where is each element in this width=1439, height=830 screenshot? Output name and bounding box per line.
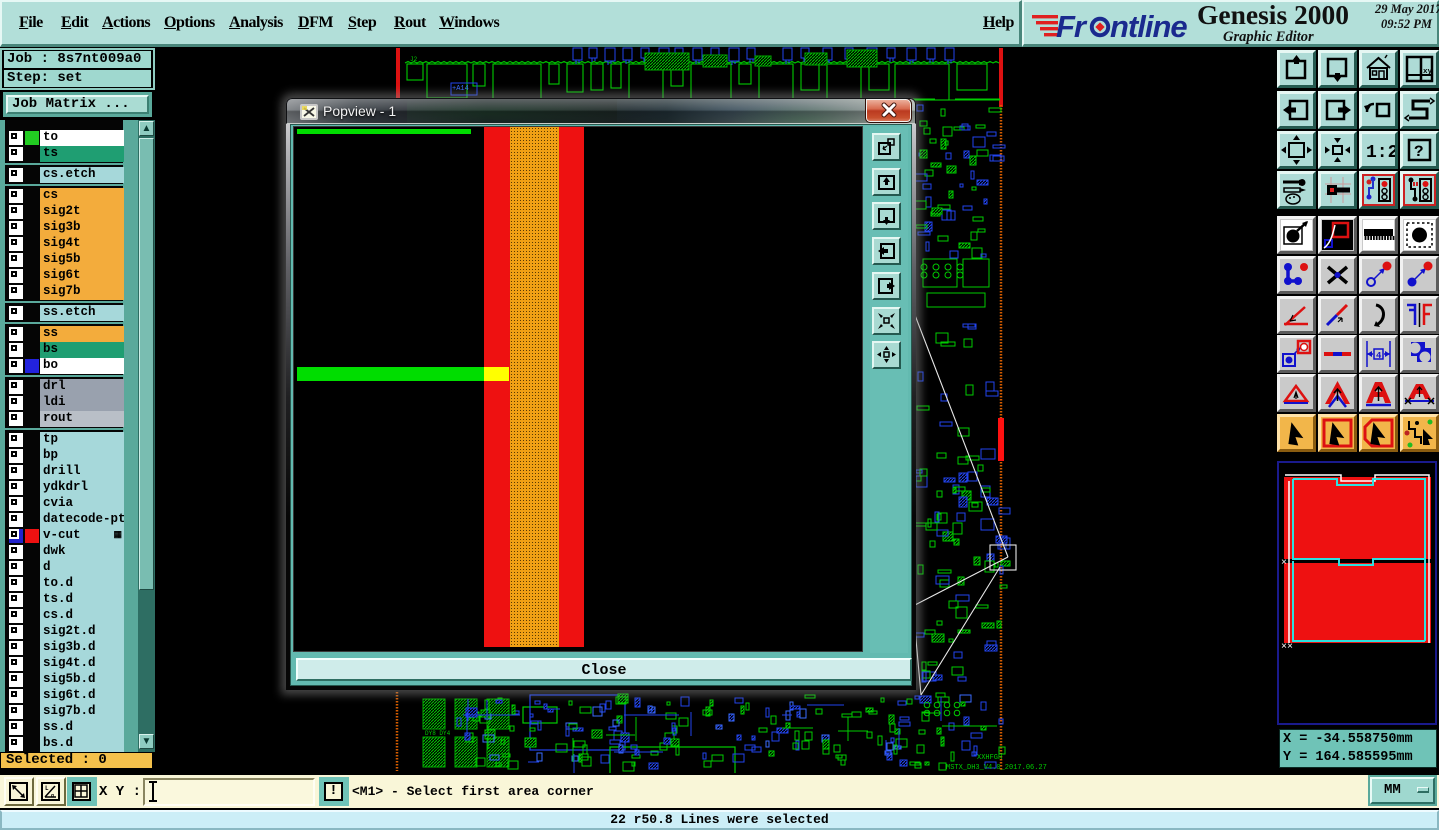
svg-text:MSTX_DH3_V4.0_2017.06.27: MSTX_DH3_V4.0_2017.06.27 bbox=[946, 764, 1047, 772]
svg-text:xy: xy bbox=[1423, 68, 1433, 76]
svg-text:1:2: 1:2 bbox=[1366, 143, 1395, 163]
svg-text:+A14: +A14 bbox=[452, 85, 469, 93]
svg-text:ntline: ntline bbox=[1110, 10, 1187, 44]
svg-text:α: α bbox=[51, 793, 54, 799]
svg-text:XXHFGH: XXHFGH bbox=[977, 754, 1002, 762]
svg-text:××: ×× bbox=[1281, 642, 1293, 653]
svg-text:×: × bbox=[1281, 558, 1287, 569]
svg-text:DY8 DY4: DY8 DY4 bbox=[425, 730, 451, 737]
svg-text:4: 4 bbox=[1376, 351, 1382, 361]
svg-text:?: ? bbox=[1414, 143, 1424, 161]
svg-text:J2: J2 bbox=[410, 56, 418, 63]
svg-text:L: L bbox=[45, 785, 49, 792]
svg-text:Fr: Fr bbox=[1056, 10, 1088, 44]
